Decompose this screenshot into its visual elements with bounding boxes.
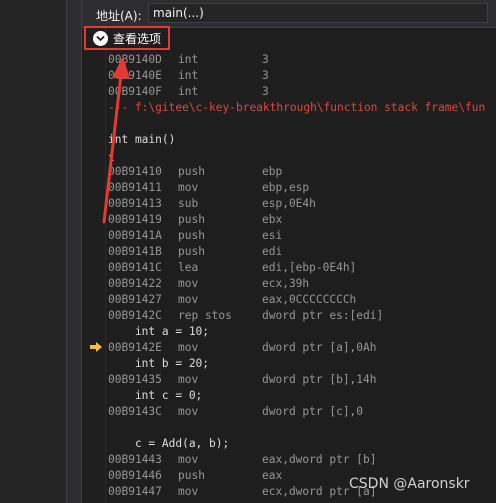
view-options-label: 查看选项 xyxy=(113,31,162,46)
asm-operands: ebp,esp xyxy=(262,181,310,194)
address-bar: 地址(A): main(...) xyxy=(82,0,496,28)
indicator-margin xyxy=(82,26,106,503)
asm-line[interactable]: 00B9140F int 3 xyxy=(108,84,496,100)
asm-line[interactable]: 00B91435 mov dword ptr [b],14h xyxy=(108,372,496,388)
asm-operands: 3 xyxy=(262,85,269,98)
asm-address: 00B9141A xyxy=(108,229,162,242)
asm-line[interactable]: 00B9141A push esi xyxy=(108,228,496,244)
asm-mnemonic: mov xyxy=(178,277,199,290)
asm-address: 00B91427 xyxy=(108,293,162,306)
asm-operands: dword ptr [a],0Ah xyxy=(262,341,377,354)
source-line: int c = 0; xyxy=(108,389,203,402)
asm-line[interactable]: 00B9140E int 3 xyxy=(108,68,496,84)
asm-address: 00B91413 xyxy=(108,197,162,210)
asm-operands: dword ptr es:[edi] xyxy=(262,309,384,322)
source-line: int a = 10; xyxy=(108,325,210,338)
asm-mnemonic: mov xyxy=(178,373,199,386)
source-line: int b = 20; xyxy=(108,357,210,370)
asm-line[interactable]: 00B9143C mov dword ptr [c],0 xyxy=(108,404,496,420)
asm-line[interactable]: 00B91419 push ebx xyxy=(108,212,496,228)
left-panel xyxy=(0,0,66,503)
asm-mnemonic: push xyxy=(178,165,205,178)
source-file-comment: --- f:\gitee\c-key-breakthrough\function… xyxy=(108,101,486,114)
asm-operands: eax,dword ptr [b] xyxy=(262,453,377,466)
asm-line[interactable]: 00B91422 mov ecx,39h xyxy=(108,276,496,292)
asm-mnemonic: lea xyxy=(178,261,199,274)
view-options-button[interactable]: 查看选项 xyxy=(84,26,170,50)
asm-address: 00B9142C xyxy=(108,309,162,322)
asm-line[interactable]: 00B91427 mov eax,0CCCCCCCCh xyxy=(108,292,496,308)
asm-mnemonic: push xyxy=(178,229,205,242)
asm-line-current[interactable]: 00B9142E mov dword ptr [a],0Ah xyxy=(108,340,496,356)
asm-mnemonic: push xyxy=(178,469,205,482)
asm-line[interactable]: 00B9141B push edi xyxy=(108,244,496,260)
asm-mnemonic: mov xyxy=(178,181,199,194)
asm-line[interactable]: 00B9142C rep stos dword ptr es:[edi] xyxy=(108,308,496,324)
asm-mnemonic: mov xyxy=(178,453,199,466)
asm-address: 00B91447 xyxy=(108,485,162,498)
asm-operands: esp,0E4h xyxy=(262,197,316,210)
chevron-down-icon xyxy=(93,30,108,46)
asm-address: 00B9142E xyxy=(108,341,162,354)
asm-line[interactable]: 00B91413 sub esp,0E4h xyxy=(108,196,496,212)
asm-mnemonic: push xyxy=(178,213,205,226)
asm-operands: edi xyxy=(262,245,283,258)
asm-operands: eax xyxy=(262,469,283,482)
asm-mnemonic: push xyxy=(178,245,205,258)
asm-mnemonic: int xyxy=(178,53,199,66)
asm-address: 00B9140E xyxy=(108,69,162,82)
asm-operands: ebp xyxy=(262,165,283,178)
address-label: 地址(A): xyxy=(96,9,142,23)
current-instruction-arrow-icon xyxy=(90,342,102,352)
asm-operands: ebx xyxy=(262,213,283,226)
asm-operands: 3 xyxy=(262,69,269,82)
asm-mnemonic: mov xyxy=(178,405,199,418)
asm-line[interactable]: 00B9140D int 3 xyxy=(108,52,496,68)
asm-address: 00B91446 xyxy=(108,469,162,482)
asm-mnemonic: int xyxy=(178,85,199,98)
asm-line[interactable]: 00B91443 mov eax,dword ptr [b] xyxy=(108,452,496,468)
source-line: c = Add(a, b); xyxy=(108,437,230,450)
asm-address: 00B91435 xyxy=(108,373,162,386)
address-value: main(...) xyxy=(153,6,204,20)
asm-address: 00B9141B xyxy=(108,245,162,258)
watermark: CSDN @Aaronskr xyxy=(349,476,470,492)
asm-mnemonic: int xyxy=(178,69,199,82)
asm-mnemonic: mov xyxy=(178,341,199,354)
asm-line[interactable]: 00B91411 mov ebp,esp xyxy=(108,180,496,196)
asm-address: 00B91422 xyxy=(108,277,162,290)
asm-mnemonic: mov xyxy=(178,485,199,498)
asm-address: 00B91443 xyxy=(108,453,162,466)
asm-operands: ecx,39h xyxy=(262,277,310,290)
disassembly-view: 00B9140D int 3 00B9140E int 3 00B9140F int 3 -… xyxy=(108,52,496,500)
panel-splitter[interactable] xyxy=(66,0,82,503)
asm-operands: dword ptr [c],0 xyxy=(262,405,364,418)
asm-operands: 3 xyxy=(262,53,269,66)
asm-line[interactable]: 00B91410 push ebp xyxy=(108,164,496,180)
asm-address: 00B91410 xyxy=(108,165,162,178)
asm-address: 00B9143C xyxy=(108,405,162,418)
source-line: int main() xyxy=(108,133,176,146)
asm-mnemonic: rep stos xyxy=(178,309,232,322)
asm-mnemonic: sub xyxy=(178,197,199,210)
asm-operands: esi xyxy=(262,229,283,242)
asm-address: 00B91411 xyxy=(108,181,162,194)
asm-address: 00B9140F xyxy=(108,85,162,98)
asm-address: 00B9141C xyxy=(108,261,162,274)
asm-line[interactable]: 00B9141C lea edi,[ebp-0E4h] xyxy=(108,260,496,276)
asm-address: 00B9140D xyxy=(108,53,162,66)
source-line: { xyxy=(108,149,115,162)
asm-operands: edi,[ebp-0E4h] xyxy=(262,261,357,274)
asm-address: 00B91419 xyxy=(108,213,162,226)
asm-operands: eax,0CCCCCCCCh xyxy=(262,293,357,306)
asm-operands: dword ptr [b],14h xyxy=(262,373,377,386)
address-input[interactable]: main(...) xyxy=(148,3,488,23)
asm-mnemonic: mov xyxy=(178,293,199,306)
